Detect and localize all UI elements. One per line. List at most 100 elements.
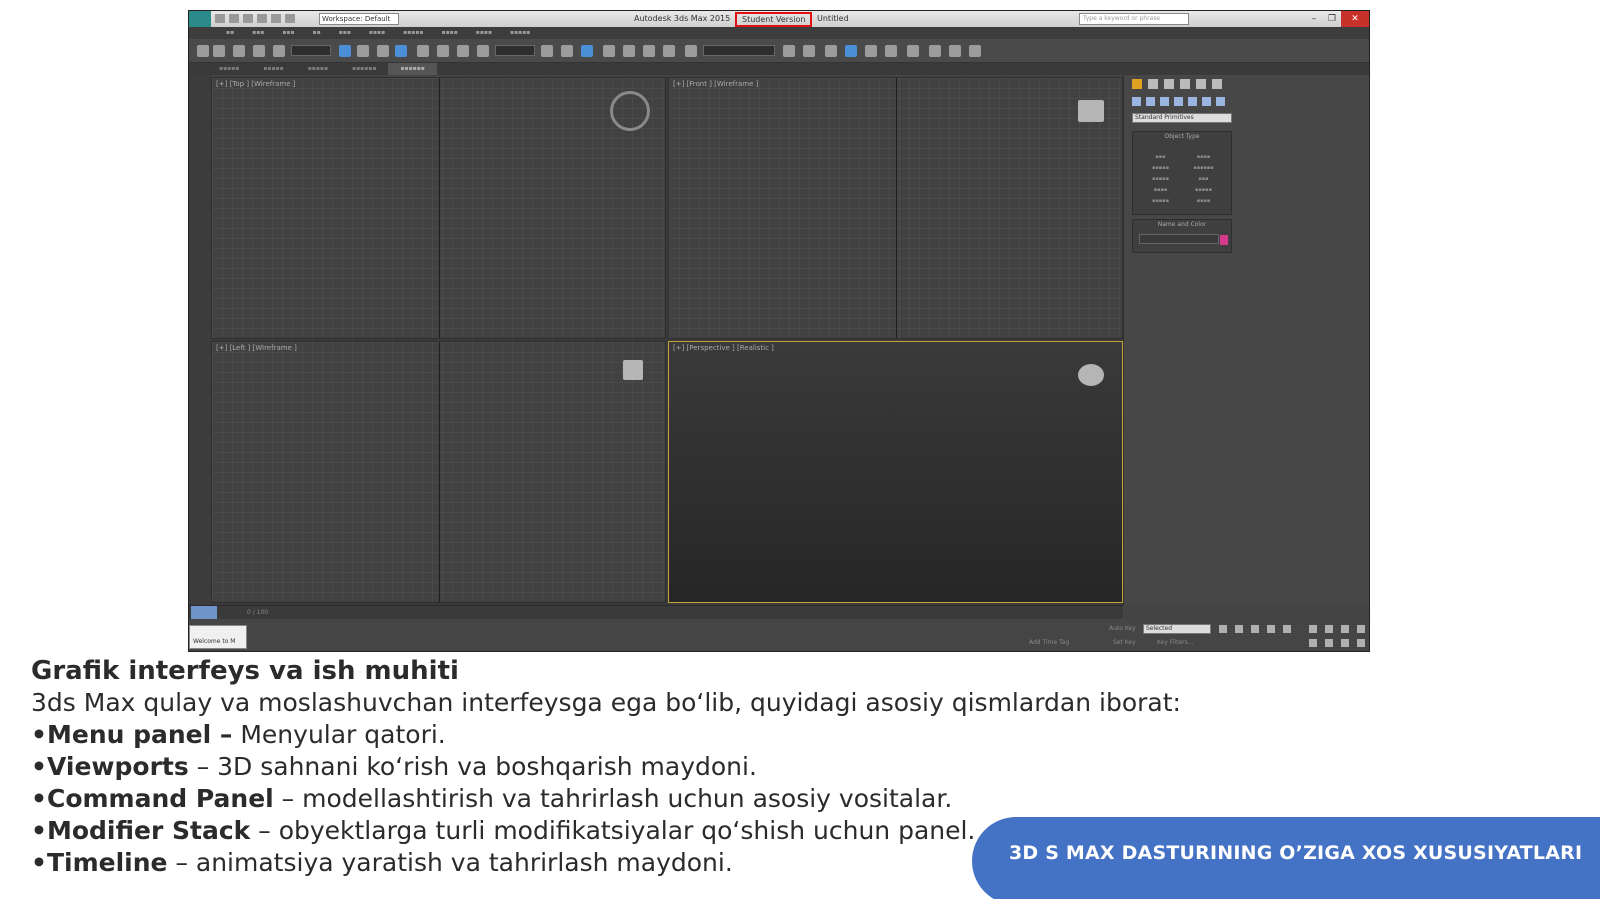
restore-icon[interactable]: ❐ [1323, 11, 1341, 27]
pivot-icon[interactable] [541, 45, 553, 57]
viewcube-icon[interactable] [1078, 364, 1104, 386]
place-icon[interactable] [477, 45, 489, 57]
reference-coordinate-dropdown[interactable] [495, 45, 535, 56]
viewcube-icon[interactable] [623, 360, 643, 380]
object-name-input[interactable] [1139, 234, 1228, 245]
selection-region-icon[interactable] [377, 45, 389, 57]
redo-icon[interactable] [271, 14, 281, 23]
curve-editor-icon[interactable] [865, 45, 877, 57]
geometry-icon[interactable] [1132, 97, 1141, 106]
viewport-left[interactable]: [+] [Left ] [Wireframe ] [211, 341, 666, 603]
motion-tab-icon[interactable] [1180, 79, 1190, 89]
primitive-button[interactable]: ▪▪▪▪▪ [1139, 198, 1182, 204]
minimize-icon[interactable]: – [1305, 11, 1323, 27]
primitive-button[interactable]: ▪▪▪ [1182, 176, 1225, 182]
primitive-category-dropdown[interactable]: Standard Primitives [1132, 113, 1232, 123]
spacewarps-icon[interactable] [1202, 97, 1211, 106]
modify-tab-icon[interactable] [1148, 79, 1158, 89]
maximize-viewport-icon[interactable] [1357, 625, 1365, 633]
spinner-snap-icon[interactable] [663, 45, 675, 57]
search-input[interactable]: Type a keyword or phrase [1079, 13, 1189, 25]
link-icon[interactable] [233, 45, 245, 57]
viewport-label[interactable]: [+] [Top ] [Wireframe ] [216, 80, 295, 88]
ribbon-tab[interactable]: ▪▪▪▪▪ [207, 63, 251, 75]
save-icon[interactable] [243, 14, 253, 23]
primitive-button[interactable]: ▪▪▪ [1139, 154, 1182, 160]
hierarchy-tab-icon[interactable] [1164, 79, 1174, 89]
viewport-front[interactable]: [+] [Front ] [Wireframe ] [668, 77, 1123, 339]
maximize-toggle-icon[interactable] [1357, 639, 1365, 647]
zoom-icon[interactable] [1309, 625, 1317, 633]
orbit-icon[interactable] [1341, 639, 1349, 647]
go-to-start-icon[interactable] [1219, 625, 1227, 633]
next-frame-icon[interactable] [1267, 625, 1275, 633]
primitive-button[interactable]: ▪▪▪▪▪▪ [1182, 165, 1225, 171]
mirror-icon[interactable] [783, 45, 795, 57]
manipulate-icon[interactable] [561, 45, 573, 57]
viewport-label[interactable]: [+] [Left ] [Wireframe ] [216, 344, 297, 352]
ribbon-tab[interactable]: ▪▪▪▪▪▪ [388, 63, 437, 75]
play-icon[interactable] [1251, 625, 1259, 633]
steering-wheel-icon[interactable] [610, 91, 650, 131]
shapes-icon[interactable] [1146, 97, 1155, 106]
viewport-top[interactable]: [+] [Top ] [Wireframe ] [211, 77, 666, 339]
menu-item[interactable]: ▪▪▪ [330, 27, 360, 39]
primitive-button[interactable]: ▪▪▪▪ [1139, 187, 1182, 193]
selection-filter-dropdown[interactable] [291, 45, 331, 56]
menu-item[interactable]: ▪▪▪▪▪ [394, 27, 432, 39]
viewport-perspective[interactable]: [+] [Perspective ] [Realistic ] [668, 341, 1123, 603]
primitive-button[interactable]: ▪▪▪▪▪ [1139, 176, 1182, 182]
viewport-label[interactable]: [+] [Perspective ] [Realistic ] [673, 344, 774, 352]
scene-explorer-icon[interactable] [845, 45, 857, 57]
menu-item[interactable]: ▪▪▪▪▪ [501, 27, 539, 39]
create-tab-icon[interactable] [1132, 79, 1142, 89]
key-filters-button[interactable]: Key Filters... [1157, 639, 1194, 646]
edit-named-selection-icon[interactable] [685, 45, 697, 57]
app-logo-icon[interactable] [189, 11, 211, 27]
menu-item[interactable]: ▪▪▪ [243, 27, 273, 39]
unlink-icon[interactable] [253, 45, 265, 57]
auto-key-button[interactable]: Auto Key [1109, 625, 1136, 632]
lights-icon[interactable] [1160, 97, 1169, 106]
rollout-title[interactable]: Object Type [1133, 132, 1231, 140]
key-mode-dropdown[interactable]: Selected [1143, 624, 1211, 634]
ribbon-tab[interactable]: ▪▪▪▪▪ [251, 63, 295, 75]
bind-icon[interactable] [273, 45, 285, 57]
go-to-end-icon[interactable] [1283, 625, 1291, 633]
prev-frame-icon[interactable] [1235, 625, 1243, 633]
menu-item[interactable]: ▪▪▪▪ [467, 27, 501, 39]
move-icon[interactable] [417, 45, 429, 57]
zoom-all-icon[interactable] [1325, 625, 1333, 633]
set-key-button[interactable]: Set Key [1113, 639, 1136, 646]
systems-icon[interactable] [1216, 97, 1225, 106]
align-icon[interactable] [803, 45, 815, 57]
render-icon[interactable] [969, 45, 981, 57]
menu-item[interactable]: ▪▪ [304, 27, 330, 39]
workspace-dropdown[interactable]: Workspace: Default [319, 13, 399, 25]
undo-icon[interactable] [197, 45, 209, 57]
select-by-name-icon[interactable] [357, 45, 369, 57]
redo-icon[interactable] [213, 45, 225, 57]
scale-icon[interactable] [457, 45, 469, 57]
project-icon[interactable] [285, 14, 295, 23]
keyboard-shortcut-icon[interactable] [581, 45, 593, 57]
open-icon[interactable] [229, 14, 239, 23]
viewcube-icon[interactable] [1078, 100, 1104, 122]
pan-icon[interactable] [1325, 639, 1333, 647]
schematic-view-icon[interactable] [885, 45, 897, 57]
menu-item[interactable]: ▪▪▪▪ [360, 27, 394, 39]
maxscript-listener[interactable]: Welcome to M [189, 625, 247, 649]
window-crossing-icon[interactable] [395, 45, 407, 57]
named-selection-dropdown[interactable] [703, 45, 775, 56]
color-swatch[interactable] [1220, 235, 1228, 245]
material-editor-icon[interactable] [907, 45, 919, 57]
primitive-button[interactable]: ▪▪▪▪▪ [1139, 165, 1182, 171]
helpers-icon[interactable] [1188, 97, 1197, 106]
utilities-tab-icon[interactable] [1212, 79, 1222, 89]
rendered-frame-icon[interactable] [949, 45, 961, 57]
zoom-extents-icon[interactable] [1341, 625, 1349, 633]
render-setup-icon[interactable] [929, 45, 941, 57]
ribbon-tab[interactable]: ▪▪▪▪▪▪ [340, 63, 388, 75]
undo-icon[interactable] [257, 14, 267, 23]
percent-snap-icon[interactable] [643, 45, 655, 57]
